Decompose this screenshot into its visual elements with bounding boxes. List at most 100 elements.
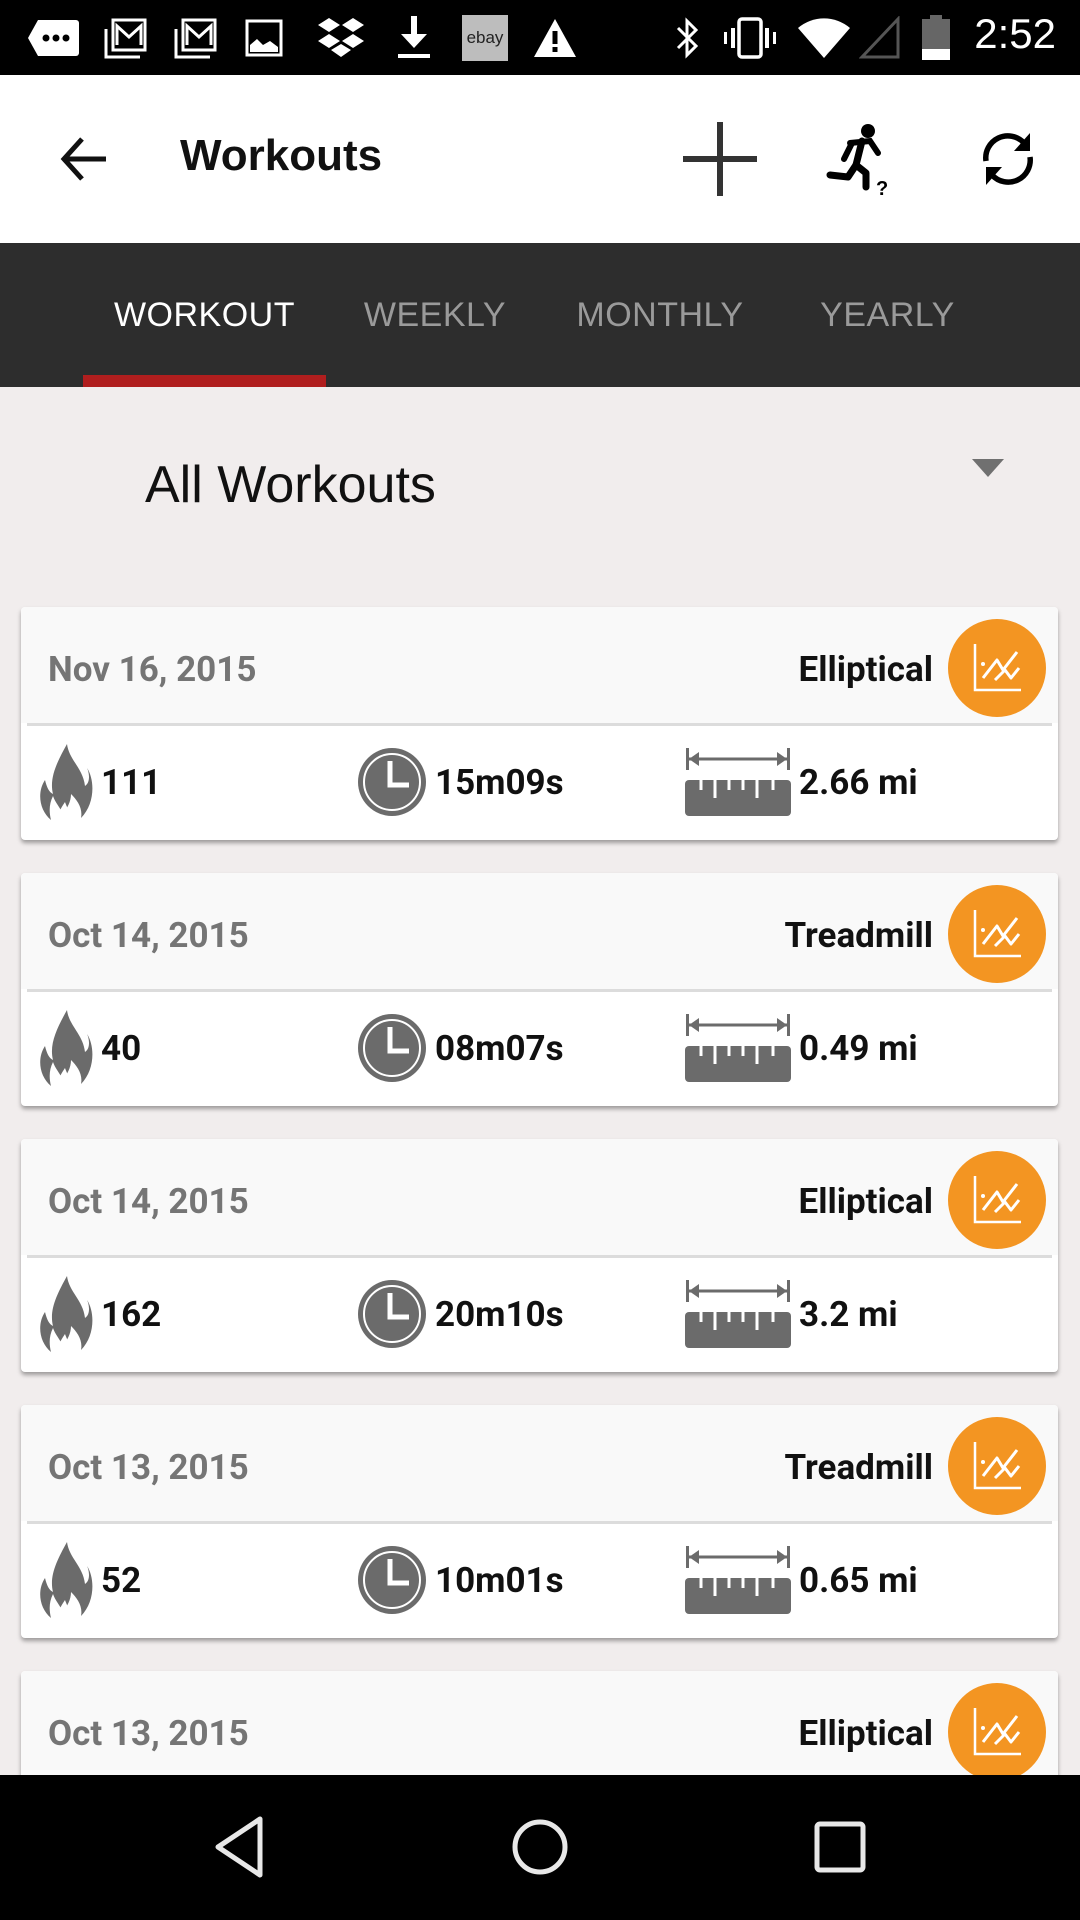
duration-value: 20m10s [435, 1293, 564, 1335]
arrow-left-icon [60, 137, 106, 181]
download-icon [394, 16, 434, 60]
ruler-distance-icon [685, 1280, 791, 1348]
card-divider [27, 1521, 1052, 1524]
workout-date: Oct 14, 2015 [48, 915, 249, 956]
distance-stat: 2.66 mi [685, 742, 918, 822]
workout-graph-button[interactable] [948, 1417, 1046, 1515]
active-tab-indicator [83, 375, 326, 387]
distance-value: 3.2 mi [799, 1293, 898, 1335]
workout-help-icon: ? [826, 124, 888, 197]
back-button[interactable] [44, 119, 124, 199]
svg-text:?: ? [876, 178, 888, 197]
warning-icon [532, 16, 578, 60]
dropdown-caret-icon [972, 459, 1004, 477]
distance-stat: 0.49 mi [685, 1008, 918, 1088]
calories-value: 111 [101, 761, 162, 803]
filter-selected-value: All Workouts [145, 456, 436, 514]
ebay-icon: ebay [460, 15, 510, 61]
gmail-icon [104, 16, 148, 60]
workout-type: Elliptical [798, 1181, 934, 1222]
workout-date: Oct 14, 2015 [48, 1181, 249, 1222]
workout-card[interactable]: Oct 14, 2015 Treadmill 40 08m07s 0.49 mi [21, 873, 1058, 1106]
clock-icon [358, 1546, 426, 1614]
duration-stat: 15m09s [357, 742, 564, 822]
workout-help-button[interactable]: ? [820, 119, 900, 199]
workout-type: Elliptical [798, 649, 934, 690]
ruler-distance-icon [685, 1014, 791, 1082]
tab-weekly[interactable]: WEEKLY [340, 243, 530, 387]
wifi-icon [794, 16, 854, 60]
more-notifications-icon [28, 16, 80, 60]
calories-value: 162 [101, 1293, 162, 1335]
clock-icon [358, 1014, 426, 1082]
distance-stat: 0.65 mi [685, 1540, 918, 1620]
workout-graph-button[interactable] [948, 885, 1046, 983]
workout-card[interactable]: Oct 14, 2015 Elliptical 162 20m10s 3.2 m… [21, 1139, 1058, 1372]
workout-date: Oct 13, 2015 [48, 1713, 249, 1754]
workout-card[interactable]: Oct 13, 2015 Elliptical [21, 1671, 1058, 1775]
workout-filter-dropdown[interactable]: All Workouts [0, 387, 1080, 582]
tab-yearly[interactable]: YEARLY [790, 243, 985, 387]
nav-home-button[interactable] [490, 1797, 590, 1897]
add-workout-button[interactable] [680, 119, 760, 199]
sync-button[interactable] [968, 119, 1048, 199]
card-divider [27, 989, 1052, 992]
flame-icon [40, 1276, 93, 1352]
add-icon [683, 122, 757, 196]
calories-stat: 111 [37, 742, 161, 822]
line-chart-icon [973, 1176, 1021, 1224]
sync-icon [983, 133, 1033, 185]
workout-type: Elliptical [798, 1713, 934, 1754]
calories-value: 52 [101, 1559, 142, 1601]
back-nav-icon [215, 1816, 263, 1878]
card-divider [27, 1255, 1052, 1258]
workout-date: Nov 16, 2015 [48, 649, 257, 690]
battery-icon [918, 15, 954, 60]
workout-list[interactable]: Nov 16, 2015 Elliptical 111 15m09s 2.66 … [0, 582, 1080, 1775]
line-chart-icon [973, 1708, 1021, 1756]
workout-graph-button[interactable] [948, 1151, 1046, 1249]
workout-card[interactable]: Oct 13, 2015 Treadmill 52 10m01s 0.65 mi [21, 1405, 1058, 1638]
tab-monthly[interactable]: MONTHLY [560, 243, 760, 387]
clock-icon [358, 1280, 426, 1348]
calories-stat: 162 [37, 1274, 161, 1354]
ruler-distance-icon [685, 1546, 791, 1614]
distance-stat: 3.2 mi [685, 1274, 898, 1354]
recents-nav-icon [814, 1821, 866, 1873]
calories-value: 40 [101, 1027, 142, 1069]
flame-icon [40, 1542, 93, 1618]
tab-workout[interactable]: WORKOUT [83, 243, 326, 387]
status-bar: ebay 2:52 [0, 0, 1080, 75]
workout-date: Oct 13, 2015 [48, 1447, 249, 1488]
workout-graph-button[interactable] [948, 1683, 1046, 1775]
system-nav-bar [0, 1775, 1080, 1920]
distance-value: 0.65 mi [799, 1559, 918, 1601]
workout-type: Treadmill [784, 915, 933, 956]
flame-icon [40, 1010, 93, 1086]
page-title: Workouts [180, 131, 383, 180]
workout-type: Treadmill [784, 1447, 933, 1488]
bluetooth-icon [672, 16, 704, 60]
card-divider [27, 723, 1052, 726]
nav-recents-button[interactable] [790, 1797, 890, 1897]
flame-icon [40, 744, 93, 820]
cell-signal-icon [858, 16, 902, 60]
line-chart-icon [973, 644, 1021, 692]
distance-value: 0.49 mi [799, 1027, 918, 1069]
tab-bar: WORKOUT WEEKLY MONTHLY YEARLY [0, 243, 1080, 387]
calories-stat: 40 [37, 1008, 141, 1088]
nav-back-button[interactable] [190, 1797, 290, 1897]
duration-stat: 08m07s [357, 1008, 564, 1088]
workout-card[interactable]: Nov 16, 2015 Elliptical 111 15m09s 2.66 … [21, 607, 1058, 840]
vibrate-icon [722, 16, 778, 60]
workout-graph-button[interactable] [948, 619, 1046, 717]
line-chart-icon [973, 910, 1021, 958]
line-chart-icon [973, 1442, 1021, 1490]
clock-icon [358, 748, 426, 816]
gmail-icon [174, 16, 218, 60]
distance-value: 2.66 mi [799, 761, 918, 803]
duration-stat: 20m10s [357, 1274, 564, 1354]
dropbox-icon [316, 16, 366, 60]
image-icon [244, 16, 284, 60]
duration-value: 10m01s [435, 1559, 564, 1601]
